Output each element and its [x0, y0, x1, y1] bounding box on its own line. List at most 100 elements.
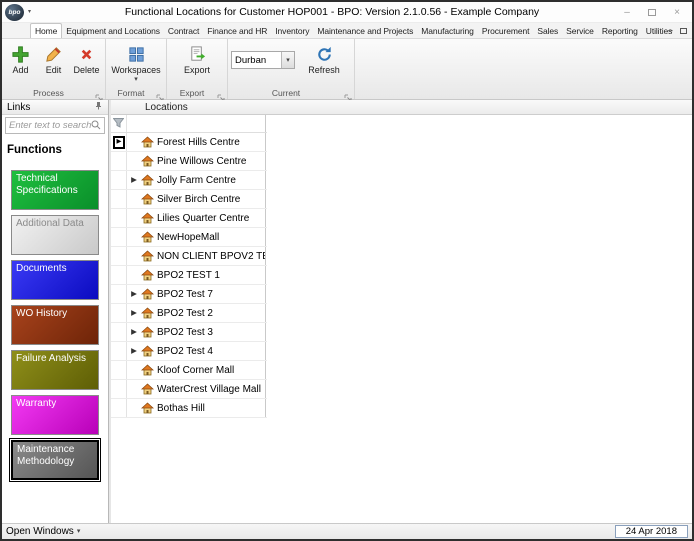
mdi-restore-button[interactable]	[680, 27, 687, 34]
location-row-bpo2-test-3[interactable]: ▶ BPO2 Test 3	[111, 323, 267, 342]
house-icon	[141, 212, 154, 224]
close-button[interactable]: ×	[665, 5, 689, 19]
ribbon-group-format: Workspaces ▾ Format	[106, 39, 167, 102]
function-warranty[interactable]: Warranty	[11, 395, 99, 435]
row-indicator-cell	[111, 304, 127, 322]
tab-inventory[interactable]: Inventory	[271, 23, 313, 38]
tab-manufacturing[interactable]: Manufacturing	[417, 23, 478, 38]
group-label-export: Export	[179, 88, 205, 98]
status-bar: Open Windows ▾ 24 Apr 2018	[2, 523, 692, 539]
location-row-bpo2-test-4[interactable]: ▶ BPO2 Test 4	[111, 342, 267, 361]
quick-access-caret-icon[interactable]: ▾	[28, 8, 31, 15]
house-icon	[141, 269, 154, 281]
delete-button[interactable]: Delete	[71, 41, 102, 75]
tab-service[interactable]: Service	[562, 23, 598, 38]
export-dialog-launcher-icon[interactable]	[217, 89, 225, 102]
tab-maintenance-and-projects[interactable]: Maintenance and Projects	[313, 23, 417, 38]
tab-sales[interactable]: Sales	[533, 23, 562, 38]
window-controls: – ×	[615, 5, 689, 19]
mdi-minimize-button[interactable]: –	[668, 26, 673, 35]
logo-text: bpo	[8, 9, 21, 16]
delete-x-icon	[77, 44, 96, 64]
house-icon	[141, 326, 154, 338]
refresh-button[interactable]: Refresh	[297, 41, 351, 75]
export-button[interactable]: Export	[170, 41, 224, 75]
pin-icon[interactable]	[94, 101, 103, 113]
bpo-logo-icon: bpo	[5, 4, 24, 21]
workspaces-button[interactable]: Workspaces ▾	[109, 41, 163, 83]
search-box	[5, 117, 105, 134]
filter-row[interactable]	[111, 115, 267, 133]
location-cell: Silver Birch Centre	[127, 190, 266, 208]
location-row-forest-hills-centre[interactable]: ▶ Forest Hills Centre	[111, 133, 267, 152]
location-row-jolly-farm-centre[interactable]: ▶ Jolly Farm Centre	[111, 171, 267, 190]
refresh-icon	[315, 44, 334, 64]
filter-cell[interactable]	[127, 115, 266, 132]
filter-funnel-icon[interactable]	[112, 115, 125, 133]
tab-equipment-and-locations[interactable]: Equipment and Locations	[62, 23, 164, 38]
title-bar: bpo ▾ Functional Locations for Customer …	[2, 2, 692, 23]
function-technical-specifications[interactable]: Technical Specifications	[11, 170, 99, 210]
tab-reporting[interactable]: Reporting	[598, 23, 642, 38]
expand-icon[interactable]: ▶	[130, 176, 138, 184]
group-label-format: Format	[117, 88, 145, 98]
function-failure-analysis[interactable]: Failure Analysis	[11, 350, 99, 390]
location-cell: Pine Willows Centre	[127, 152, 266, 170]
export-label: Export	[183, 65, 210, 75]
format-dialog-launcher-icon[interactable]	[156, 89, 164, 102]
site-dropdown[interactable]: Durban ▾	[231, 51, 295, 69]
tab-procurement[interactable]: Procurement	[478, 23, 534, 38]
row-indicator-cell	[111, 228, 127, 246]
location-row-bpo2-test-1[interactable]: BPO2 TEST 1	[111, 266, 267, 285]
current-dialog-launcher-icon[interactable]	[344, 89, 352, 102]
location-row-bpo2-test-2[interactable]: ▶ BPO2 Test 2	[111, 304, 267, 323]
location-row-non-client-bpov2-test[interactable]: NON CLIENT BPOV2 TEST	[111, 247, 267, 266]
expand-icon[interactable]: ▶	[130, 347, 138, 355]
expand-icon[interactable]: ▶	[130, 328, 138, 336]
location-row-newhopemall[interactable]: NewHopeMall	[111, 228, 267, 247]
functions-title: Functions	[7, 144, 62, 156]
workspaces-grid-icon	[127, 44, 146, 64]
maximize-button[interactable]	[640, 5, 664, 19]
open-windows-button[interactable]: Open Windows ▾	[6, 526, 80, 537]
site-dropdown-caret-icon: ▾	[281, 52, 294, 68]
expand-icon[interactable]: ▶	[130, 309, 138, 317]
location-label: BPO2 Test 7	[157, 288, 213, 300]
date-picker[interactable]: 24 Apr 2018	[614, 525, 688, 538]
tab-contract[interactable]: Contract	[164, 23, 203, 38]
add-button[interactable]: Add	[5, 41, 36, 75]
function-wo-history[interactable]: WO History	[11, 305, 99, 345]
function-documents[interactable]: Documents	[11, 260, 99, 300]
minimize-button[interactable]: –	[615, 5, 639, 19]
group-label-process: Process	[33, 88, 64, 98]
house-icon	[141, 155, 154, 167]
house-icon	[141, 383, 154, 395]
app-window: bpo ▾ Functional Locations for Customer …	[0, 0, 694, 541]
edit-button[interactable]: Edit	[38, 41, 69, 75]
tab-finance-and-hr[interactable]: Finance and HR	[203, 23, 271, 38]
location-label: Pine Willows Centre	[157, 155, 247, 167]
location-row-pine-willows-centre[interactable]: Pine Willows Centre	[111, 152, 267, 171]
delete-label: Delete	[73, 65, 100, 75]
maximize-icon	[648, 8, 656, 16]
location-row-bothas-hill[interactable]: Bothas Hill	[111, 399, 267, 418]
expand-icon[interactable]: ▶	[130, 290, 138, 298]
function-additional-data[interactable]: Additional Data	[11, 215, 99, 255]
tab-home[interactable]: Home	[30, 23, 63, 38]
search-input[interactable]	[6, 120, 91, 131]
location-label: BPO2 Test 3	[157, 326, 213, 338]
house-icon	[141, 345, 154, 357]
location-row-kloof-corner-mall[interactable]: Kloof Corner Mall	[111, 361, 267, 380]
location-label: BPO2 Test 4	[157, 345, 213, 357]
location-row-bpo2-test-7[interactable]: ▶ BPO2 Test 7	[111, 285, 267, 304]
location-row-watercrest-village-mall[interactable]: WaterCrest Village Mall	[111, 380, 267, 399]
row-indicator-cell	[111, 285, 127, 303]
function-maintenance-methodology[interactable]: Maintenance Methodology	[9, 438, 101, 482]
location-row-silver-birch-centre[interactable]: Silver Birch Centre	[111, 190, 267, 209]
location-cell: ▶ BPO2 Test 3	[127, 323, 266, 341]
search-icon[interactable]	[91, 117, 101, 135]
location-row-lilies-quarter-centre[interactable]: Lilies Quarter Centre	[111, 209, 267, 228]
ribbon-tab-strip: Home Equipment and Locations Contract Finan…	[2, 23, 692, 39]
locations-column-header[interactable]: Locations	[111, 100, 692, 115]
process-dialog-launcher-icon[interactable]	[95, 89, 103, 102]
